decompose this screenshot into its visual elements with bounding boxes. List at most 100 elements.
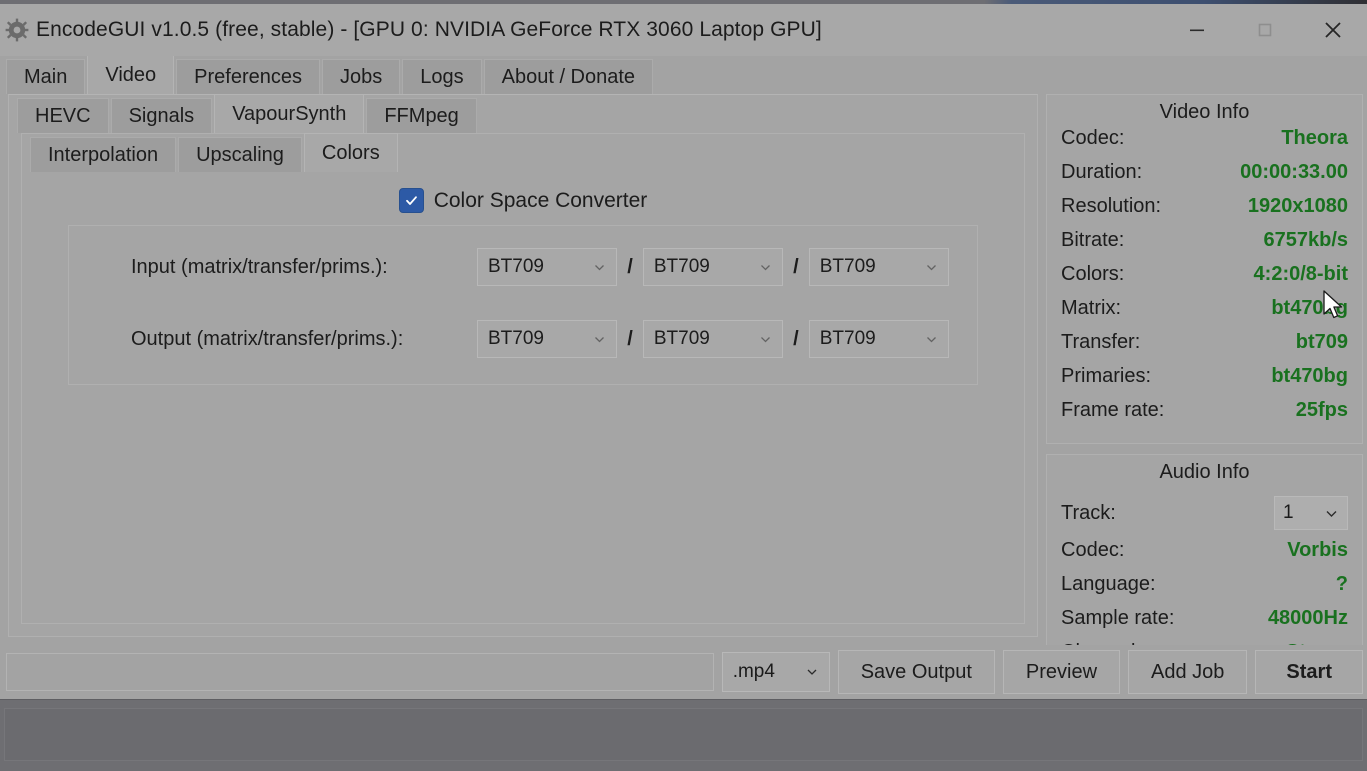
input-matrix-dropdown[interactable]: BT709 [477,248,618,286]
subtab-interpolation[interactable]: Interpolation [30,137,177,172]
video-info-row-framerate: Frame rate: 25fps [1061,399,1348,433]
tab-preferences[interactable]: Preferences [176,59,320,94]
window-controls [1163,4,1367,56]
video-tab-pane: HEVC Signals VapourSynth FFMpeg Interpol… [0,94,1046,645]
color-space-groupbox: Input (matrix/transfer/prims.): BT709 / … [68,225,978,385]
tab-about-donate[interactable]: About / Donate [483,59,654,94]
start-button[interactable]: Start [1255,650,1363,694]
video-subtab-strip: HEVC Signals VapourSynth FFMpeg [9,94,1037,133]
subtab-ffmpeg[interactable]: FFMpeg [366,98,477,133]
output-separator-2: / [793,327,799,350]
tab-video-label: Video [105,63,157,86]
add-job-button[interactable]: Add Job [1128,650,1248,694]
chevron-down-icon [1326,510,1337,517]
input-separator-1: / [627,255,633,278]
video-info-box: Video Info Codec: Theora Duration: 00:00… [1046,94,1363,444]
minimize-icon [1190,29,1204,32]
preview-button[interactable]: Preview [1002,650,1121,694]
tab-jobs[interactable]: Jobs [322,59,401,94]
video-resolution-value: 1920x1080 [1247,195,1348,217]
output-matrix-dropdown[interactable]: BT709 [477,320,618,358]
tab-logs[interactable]: Logs [402,59,482,94]
minimize-button[interactable] [1163,4,1231,56]
window-body: HEVC Signals VapourSynth FFMpeg Interpol… [0,94,1367,686]
chevron-down-icon [595,336,605,342]
audio-language-key: Language: [1061,573,1156,595]
video-duration-value: 00:00:33.00 [1240,161,1348,183]
tab-main-label: Main [24,65,68,88]
input-primaries-dropdown[interactable]: BT709 [808,248,950,286]
video-codec-key: Codec: [1061,127,1125,149]
audio-codec-value: Vorbis [1287,539,1348,561]
audio-samplerate-key: Sample rate: [1061,607,1175,629]
audio-info-row-samplerate: Sample rate: 48000Hz [1061,607,1348,641]
output-transfer-dropdown[interactable]: BT709 [642,320,784,358]
input-matrix-value: BT709 [488,256,544,277]
save-output-button[interactable]: Save Output [837,650,995,694]
output-matrix-value: BT709 [488,328,544,349]
output-path-input[interactable] [6,653,714,691]
window-title: EncodeGUI v1.0.5 (free, stable) - [GPU 0… [36,18,822,41]
tab-about-donate-label: About / Donate [501,65,636,88]
subtab-upscaling-label: Upscaling [196,143,284,166]
gear-icon [4,17,30,43]
close-icon [1325,22,1341,38]
save-output-label: Save Output [860,660,972,683]
audio-samplerate-value: 48000Hz [1267,607,1348,629]
vapoursynth-subtab-strip: Interpolation Upscaling Colors [22,133,1024,172]
video-info-row-resolution: Resolution: 1920x1080 [1061,195,1348,229]
chevron-down-icon [761,264,771,270]
output-primaries-dropdown[interactable]: BT709 [808,320,950,358]
video-duration-key: Duration: [1061,161,1143,183]
subtab-signals[interactable]: Signals [110,98,213,133]
video-info-row-transfer: Transfer: bt709 [1061,331,1348,365]
chevron-down-icon [927,264,936,270]
chevron-down-icon [927,336,936,342]
audio-codec-key: Codec: [1061,539,1125,561]
chevron-down-icon [761,336,771,342]
subtab-colors[interactable]: Colors [303,133,398,172]
subtab-vapoursynth[interactable]: VapourSynth [214,94,365,133]
video-info-title: Video Info [1159,101,1250,123]
main-tab-strip: Main Video Preferences Jobs Logs About /… [0,55,1367,94]
input-transfer-value: BT709 [653,256,710,277]
video-bitrate-key: Bitrate: [1061,229,1125,251]
video-primaries-value: bt470bg [1271,365,1348,387]
video-framerate-value: 25fps [1295,399,1348,421]
video-bitrate-value: 6757kb/s [1263,229,1348,251]
video-info-row-duration: Duration: 00:00:33.00 [1061,161,1348,195]
close-button[interactable] [1299,4,1367,56]
audio-track-row: Track: 1 [1061,487,1348,539]
vapoursynth-panel: Interpolation Upscaling Colors Color Spa… [21,133,1025,624]
audio-track-dropdown[interactable]: 1 [1274,496,1348,530]
output-format-dropdown[interactable]: .mp4 [721,652,830,692]
video-info-row-bitrate: Bitrate: 6757kb/s [1061,229,1348,263]
subtab-ffmpeg-label: FFMpeg [384,104,459,127]
input-primaries-value: BT709 [819,256,876,277]
input-color-row: Input (matrix/transfer/prims.): BT709 / … [97,248,950,286]
video-colors-key: Colors: [1061,263,1125,285]
input-separator-2: / [793,255,799,278]
tab-preferences-label: Preferences [194,65,302,88]
colors-tab-content: Color Space Converter Input (matrix/tran… [22,172,1024,623]
add-job-label: Add Job [1151,660,1225,683]
video-subtab-panel: HEVC Signals VapourSynth FFMpeg Interpol… [8,94,1038,637]
maximize-button[interactable] [1231,4,1299,56]
video-info-row-colors: Colors: 4:2:0/8-bit [1061,263,1348,297]
video-framerate-key: Frame rate: [1061,399,1165,421]
color-space-converter-checkbox[interactable] [398,188,424,213]
video-transfer-key: Transfer: [1061,331,1141,353]
status-bar [0,699,1367,771]
video-resolution-key: Resolution: [1061,195,1162,217]
subtab-hevc[interactable]: HEVC [17,98,109,133]
tab-main[interactable]: Main [6,59,86,94]
chevron-down-icon [807,669,817,675]
subtab-upscaling[interactable]: Upscaling [178,137,302,172]
check-icon [405,196,417,205]
subtab-hevc-label: HEVC [35,104,91,127]
tab-video[interactable]: Video [87,55,175,94]
video-colors-value: 4:2:0/8-bit [1253,263,1348,285]
input-transfer-dropdown[interactable]: BT709 [642,248,784,286]
status-bar-inner [4,708,1363,761]
subtab-signals-label: Signals [128,104,195,127]
